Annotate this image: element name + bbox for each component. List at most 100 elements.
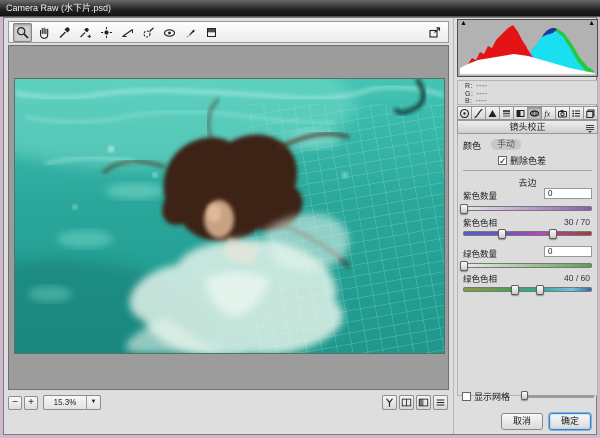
plus-icon: + [28, 398, 34, 408]
ok-button[interactable]: 确定 [549, 413, 591, 430]
preview-canvas[interactable] [8, 45, 449, 390]
cancel-button[interactable]: 取消 [501, 413, 543, 430]
panel-title-bar: 镜头校正 [457, 120, 598, 134]
green-amount-slider[interactable] [463, 263, 592, 268]
histogram[interactable]: ▲ ▲ [457, 19, 598, 77]
green-amount-row: 绿色数量 0 [463, 247, 592, 259]
green-amount-label: 绿色数量 [463, 248, 497, 260]
slider-thumb[interactable] [498, 229, 506, 239]
status-bar: − + 15.3% ▼ [8, 394, 449, 411]
tab-snapshots[interactable] [584, 106, 598, 120]
slider-thumb[interactable] [521, 391, 528, 400]
eyedropper-plus-icon [79, 26, 92, 39]
tab-camera-calibration[interactable] [556, 106, 570, 120]
purple-amount-label: 紫色数量 [463, 190, 497, 202]
tab-hsl-grayscale[interactable] [500, 106, 514, 120]
subtab-color[interactable]: 颜色 [463, 139, 481, 152]
sharpen-triangle-icon [487, 108, 498, 119]
white-balance-tool-button[interactable] [55, 23, 74, 42]
toggle-fullscreen-button[interactable] [425, 23, 444, 42]
panel-menu-icon[interactable] [585, 123, 595, 133]
tab-effects[interactable]: fx [542, 106, 556, 120]
aperture-icon [459, 108, 470, 119]
tab-presets[interactable] [570, 106, 584, 120]
grid-size-slider[interactable] [522, 395, 594, 398]
panel-tab-strip: fx [457, 106, 598, 120]
tab-split-toning[interactable] [514, 106, 528, 120]
green-hue-slider[interactable] [463, 287, 592, 292]
camera-raw-dialog: − + 15.3% ▼ [3, 17, 597, 435]
graduated-filter-tool-button[interactable] [202, 23, 221, 42]
list-icon [571, 108, 582, 119]
eye-icon [163, 26, 176, 39]
rgb-row-b: B:---- [465, 98, 597, 106]
slider-thumb[interactable] [549, 229, 557, 239]
targeted-adjustment-tool-button[interactable] [97, 23, 116, 42]
minus-icon: − [12, 398, 18, 408]
purple-hue-value: 30 / 70 [564, 217, 590, 227]
slider-thumb[interactable] [511, 285, 519, 295]
title-bar[interactable]: Camera Raw (水下片.psd) [0, 0, 600, 17]
shadow-clipping-icon[interactable]: ▲ [460, 20, 467, 28]
level-icon [121, 26, 134, 39]
purple-hue-label: 紫色色相 [463, 217, 497, 229]
show-grid-checkbox[interactable] [462, 392, 471, 401]
tab-tone-curve[interactable] [472, 106, 486, 120]
dashed-circle-icon [142, 26, 155, 39]
straighten-tool-button[interactable] [118, 23, 137, 42]
zoom-tool-button[interactable] [13, 23, 32, 42]
menu-lines-icon [435, 397, 446, 408]
purple-hue-slider[interactable] [463, 231, 592, 236]
purple-amount-row: 紫色数量 0 [463, 189, 592, 201]
svg-text:fx: fx [544, 109, 550, 118]
tab-lens-corrections[interactable] [528, 106, 542, 120]
remove-ca-checkbox[interactable]: ✓ [498, 156, 507, 165]
slider-thumb[interactable] [536, 285, 544, 295]
highlight-clipping-icon[interactable]: ▲ [588, 20, 595, 28]
adjustment-brush-tool-button[interactable] [181, 23, 200, 42]
panel-title: 镜头校正 [509, 122, 545, 132]
fx-icon: fx [543, 108, 554, 119]
hand-icon [37, 26, 50, 39]
hand-tool-button[interactable] [34, 23, 53, 42]
before-after-side-by-side-button[interactable] [399, 395, 414, 410]
purple-amount-input[interactable]: 0 [544, 188, 592, 199]
eyedropper-icon [58, 26, 71, 39]
tab-detail[interactable] [486, 106, 500, 120]
window-title: Camera Raw (水下片.psd) [6, 3, 111, 13]
lens-corrections-panel: 颜色 手动 ✓ 删除色差 去边 紫色数量 0 紫色色相 30 / 70 [457, 134, 598, 396]
slider-thumb[interactable] [460, 204, 468, 214]
tab-basic[interactable] [457, 106, 472, 120]
red-eye-tool-button[interactable] [160, 23, 179, 42]
camera-icon [557, 108, 568, 119]
preview-settings-menu-button[interactable] [433, 395, 448, 410]
lens-icon [529, 108, 540, 119]
color-sampler-tool-button[interactable] [76, 23, 95, 42]
preview-image[interactable] [14, 78, 445, 354]
cycle-y-icon [384, 397, 395, 408]
before-after-split-button[interactable] [416, 395, 431, 410]
histogram-plot [458, 20, 597, 76]
before-after-cycle-button[interactable] [382, 395, 397, 410]
zoom-out-button[interactable]: − [8, 396, 22, 410]
camera-raw-window: Camera Raw (水下片.psd) [0, 0, 600, 438]
show-grid-row: 显示网格 [462, 390, 510, 403]
green-amount-input[interactable]: 0 [544, 246, 592, 257]
zoom-in-button[interactable]: + [24, 396, 38, 410]
divider [463, 170, 592, 171]
purple-hue-row: 紫色色相 30 / 70 [463, 216, 592, 228]
color-bars-icon [501, 108, 512, 119]
purple-amount-slider[interactable] [463, 206, 592, 211]
rgb-row-g: G:---- [465, 91, 597, 99]
remove-ca-label: 删除色差 [510, 154, 546, 167]
panel-divider [453, 18, 454, 434]
spot-removal-tool-button[interactable] [139, 23, 158, 42]
zoom-level-select[interactable]: 15.3% ▼ [43, 395, 101, 410]
brush-icon [184, 26, 197, 39]
gradient-square-icon [205, 26, 218, 39]
subtab-manual[interactable]: 手动 [491, 139, 521, 150]
slider-thumb[interactable] [460, 261, 468, 271]
rgb-readout: R:---- G:---- B:---- [457, 80, 598, 105]
curve-icon [473, 108, 484, 119]
layered-squares-icon [585, 108, 596, 119]
